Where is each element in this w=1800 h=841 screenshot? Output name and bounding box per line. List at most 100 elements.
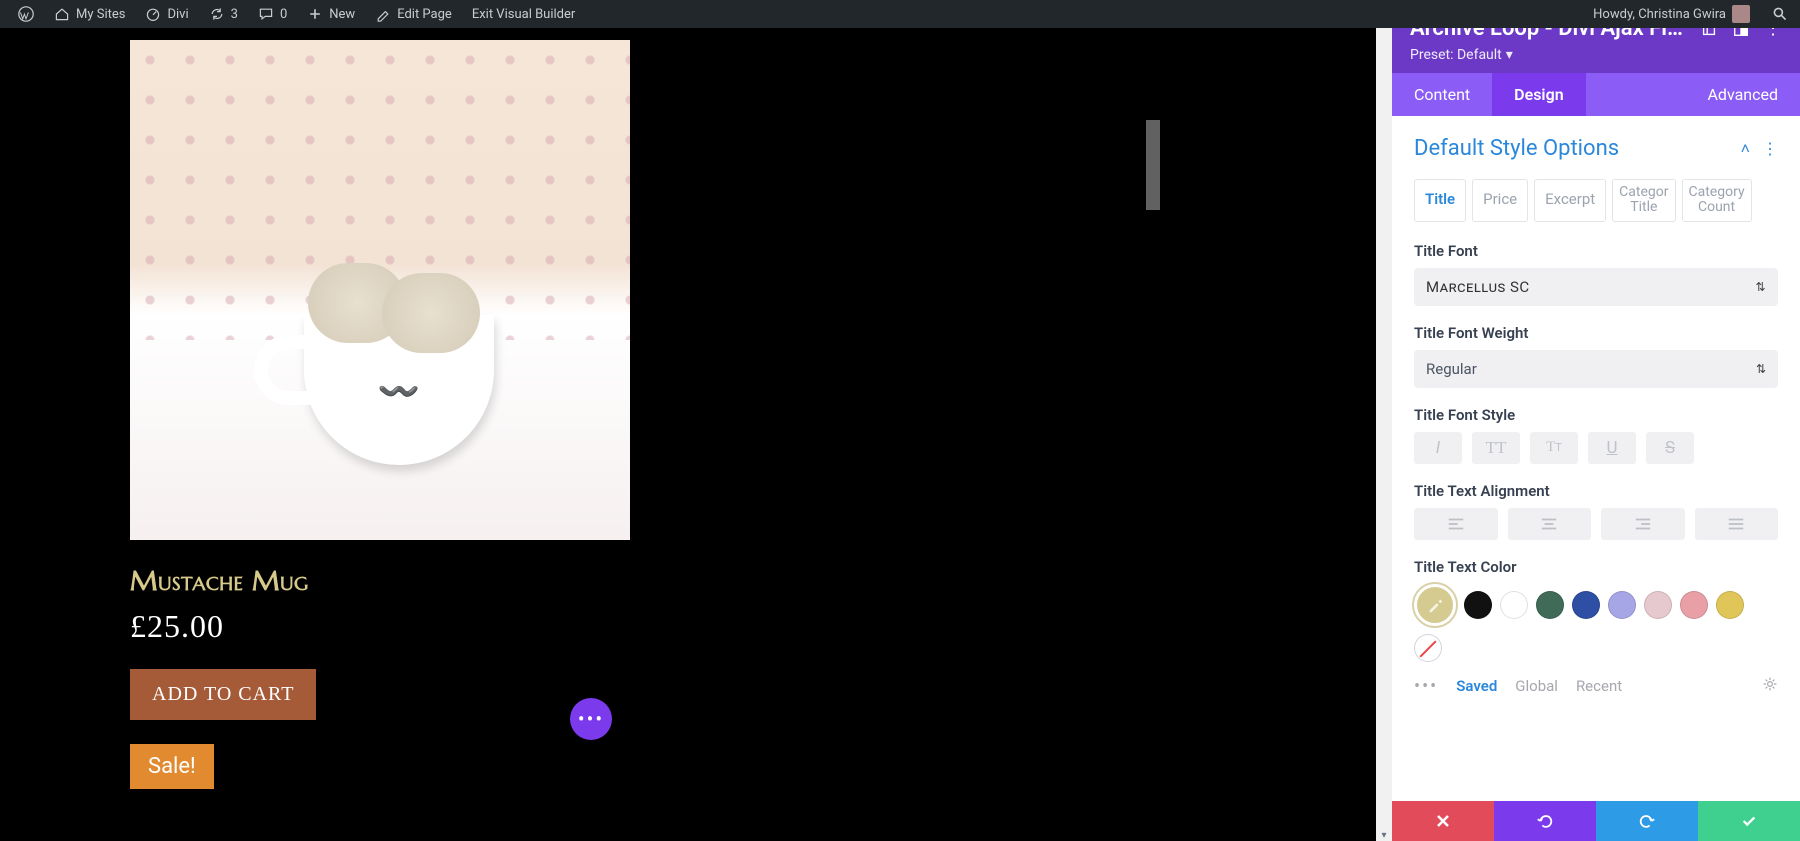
panel-drag-handle[interactable] [1146, 120, 1160, 210]
panel-footer [1392, 801, 1800, 841]
strikethrough-button[interactable]: S [1646, 432, 1694, 464]
align-left-button[interactable] [1414, 508, 1498, 540]
subtab-excerpt[interactable]: Excerpt [1534, 179, 1606, 222]
refresh-icon [209, 6, 225, 22]
product-price: £25.00 [130, 608, 630, 645]
home-icon [54, 6, 70, 22]
undo-button[interactable] [1494, 801, 1596, 841]
swatch-lavender[interactable] [1608, 591, 1636, 619]
comments-link[interactable]: 0 [248, 0, 297, 28]
mug-illustration: 〰️ [304, 315, 494, 465]
updates-count: 3 [231, 7, 238, 22]
align-justify-button[interactable] [1695, 508, 1779, 540]
select-title-font[interactable]: Marcellus SC ⇅ [1414, 268, 1778, 306]
subtab-title[interactable]: Title [1414, 179, 1466, 222]
smallcaps-button[interactable]: TT [1530, 432, 1578, 464]
subtab-price[interactable]: Price [1472, 179, 1528, 222]
caret-icon: ⇅ [1755, 280, 1766, 294]
italic-button[interactable]: I [1414, 432, 1462, 464]
fab-more-button[interactable]: ••• [570, 698, 612, 740]
howdy-label: Howdy, Christina Gwira [1593, 7, 1726, 22]
howdy-user[interactable]: Howdy, Christina Gwira [1583, 0, 1760, 28]
chevron-down-icon: ▾ [1506, 47, 1513, 63]
swatch-pink[interactable] [1680, 591, 1708, 619]
select-font-weight[interactable]: Regular ⇅ [1414, 350, 1778, 388]
comment-icon [258, 6, 274, 22]
product-card: 〰️ Mustache Mug £25.00 ADD TO CART Sale! [130, 40, 630, 789]
add-to-cart-button[interactable]: ADD TO CART [130, 669, 316, 720]
collapse-icon[interactable]: ˄ [1741, 139, 1750, 159]
plus-icon [307, 6, 323, 22]
exit-visual-builder[interactable]: Exit Visual Builder [462, 0, 585, 28]
settings-panel: Archive Loop - Divi Ajax Filt... ⋮ Prese… [1392, 0, 1800, 841]
swatch-gold[interactable] [1716, 591, 1744, 619]
tab-content[interactable]: Content [1392, 73, 1492, 116]
select-font-value: Marcellus SC [1426, 278, 1530, 296]
product-title[interactable]: Mustache Mug [130, 564, 630, 598]
align-center-button[interactable] [1508, 508, 1592, 540]
site-name-link[interactable]: Divi [135, 0, 198, 28]
alignment-buttons [1414, 508, 1778, 540]
new-label: New [329, 7, 355, 22]
label-title-font: Title Font [1414, 242, 1778, 260]
preset-label: Preset: Default [1410, 47, 1502, 63]
sale-badge: Sale! [130, 744, 214, 789]
edit-page-link[interactable]: Edit Page [365, 0, 462, 28]
my-sites-link[interactable]: My Sites [44, 0, 135, 28]
swatch-white[interactable] [1500, 591, 1528, 619]
select-weight-value: Regular [1426, 360, 1477, 378]
wp-admin-bar: My Sites Divi 3 0 New [0, 0, 1800, 28]
tab-design[interactable]: Design [1492, 73, 1585, 116]
palette-saved[interactable]: Saved [1456, 677, 1497, 695]
wordpress-icon [18, 6, 34, 22]
page-content: 〰️ Mustache Mug £25.00 ADD TO CART Sale!… [0, 28, 1160, 841]
color-picker-button[interactable] [1414, 584, 1456, 626]
tab-advanced[interactable]: Advanced [1685, 73, 1800, 116]
font-style-buttons: I TT TT U S [1414, 432, 1778, 464]
label-alignment: Title Text Alignment [1414, 482, 1778, 500]
exit-vb-label: Exit Visual Builder [472, 7, 575, 22]
subtab-category-count[interactable]: Category Count [1682, 179, 1752, 222]
panel-body: Default Style Options ˄ ⋮ Title Price Ex… [1392, 116, 1800, 801]
palette-global[interactable]: Global [1515, 677, 1558, 695]
align-right-button[interactable] [1601, 508, 1685, 540]
edit-page-label: Edit Page [397, 7, 452, 22]
label-font-style: Title Font Style [1414, 406, 1778, 424]
wp-logo[interactable] [8, 0, 44, 28]
underline-button[interactable]: U [1588, 432, 1636, 464]
save-button[interactable] [1698, 801, 1800, 841]
swatch-blush[interactable] [1644, 591, 1672, 619]
avatar [1732, 5, 1750, 23]
ellipsis-icon: ••• [578, 707, 604, 731]
page-scrollbar[interactable]: ▴ ▾ [1376, 0, 1392, 841]
preset-selector[interactable]: Preset: Default ▾ [1410, 47, 1782, 63]
uppercase-button[interactable]: TT [1472, 432, 1520, 464]
redo-button[interactable] [1596, 801, 1698, 841]
palette-recent[interactable]: Recent [1576, 677, 1622, 695]
subtab-category-title[interactable]: Categor Title [1612, 179, 1675, 222]
style-subtabs: Title Price Excerpt Categor Title Catego… [1414, 179, 1778, 222]
caret-icon: ⇅ [1756, 362, 1766, 376]
color-swatches [1414, 584, 1778, 662]
my-sites-label: My Sites [76, 7, 125, 22]
pencil-icon [375, 6, 391, 22]
swatch-green[interactable] [1536, 591, 1564, 619]
label-text-color: Title Text Color [1414, 558, 1778, 576]
swatch-none[interactable] [1414, 634, 1442, 662]
updates-link[interactable]: 3 [199, 0, 248, 28]
swatch-black[interactable] [1464, 591, 1492, 619]
search-icon[interactable] [1772, 6, 1788, 22]
swatch-navy[interactable] [1572, 591, 1600, 619]
palette-more-icon[interactable]: ••• [1414, 676, 1438, 697]
gear-icon[interactable] [1762, 676, 1778, 696]
label-font-weight: Title Font Weight [1414, 324, 1778, 342]
section-menu-icon[interactable]: ⋮ [1762, 139, 1778, 158]
cancel-button[interactable] [1392, 801, 1494, 841]
palette-footer: ••• Saved Global Recent [1414, 676, 1778, 697]
new-link[interactable]: New [297, 0, 365, 28]
product-image[interactable]: 〰️ [130, 40, 630, 540]
site-name-label: Divi [167, 7, 188, 22]
section-title[interactable]: Default Style Options [1414, 136, 1729, 161]
scroll-down-icon[interactable]: ▾ [1376, 830, 1392, 841]
comments-count: 0 [280, 7, 287, 22]
